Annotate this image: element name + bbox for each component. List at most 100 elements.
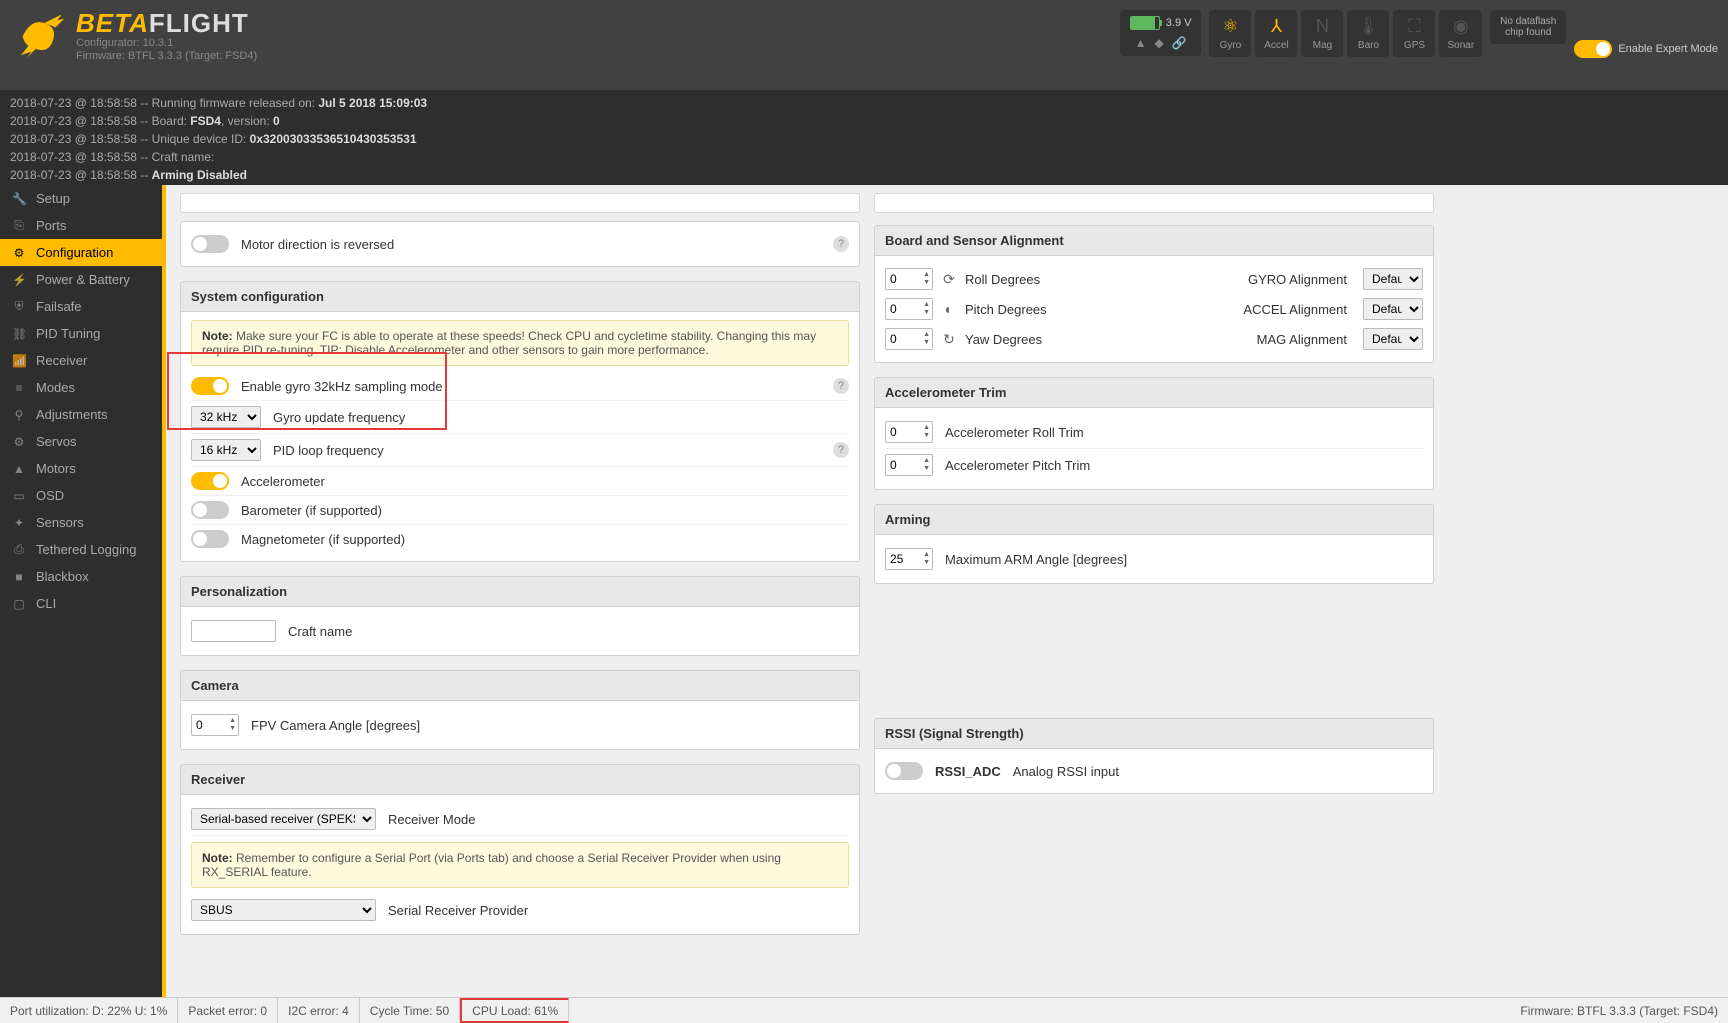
- arm-angle-label: Maximum ARM Angle [degrees]: [945, 552, 1127, 567]
- nav-icon: 🔧: [12, 192, 26, 206]
- nav-servos[interactable]: ⚙Servos: [0, 428, 162, 455]
- nav-icon: ⚙: [12, 246, 26, 260]
- nav-osd[interactable]: ▭OSD: [0, 482, 162, 509]
- accelerometer-label: Accelerometer: [241, 474, 325, 489]
- status-packet-err: Packet error: 0: [178, 998, 278, 1023]
- nav-failsafe[interactable]: ⛨Failsafe: [0, 293, 162, 320]
- battery-icon: [1130, 16, 1160, 30]
- sensor-mag: NMag: [1301, 10, 1343, 57]
- status-firmware: Firmware: BTFL 3.3.3 (Target: FSD4): [1510, 998, 1728, 1023]
- magnetometer-toggle[interactable]: [191, 530, 229, 548]
- log-panel: 2018-07-23 @ 18:58:58 -- Running firmwar…: [0, 90, 1728, 185]
- accel-icon: ⅄: [1263, 16, 1289, 38]
- diamond-icon: ◆: [1154, 36, 1163, 50]
- receiver-note: Note: Remember to configure a Serial Por…: [191, 842, 849, 888]
- mag-align-label: MAG Alignment: [1257, 332, 1347, 347]
- receiver-mode-label: Receiver Mode: [388, 812, 475, 827]
- pid-freq-select[interactable]: 16 kHz: [191, 439, 261, 461]
- nav-modes[interactable]: ≡Modes: [0, 374, 162, 401]
- status-bar: Port utilization: D: 22% U: 1% Packet er…: [0, 997, 1728, 1023]
- sensor-gps: ⛶GPS: [1393, 10, 1435, 57]
- accel-align-label: ACCEL Alignment: [1243, 302, 1347, 317]
- link-icon: 🔗: [1172, 36, 1187, 50]
- battery-status: 3.9 V ▲ ◆ 🔗: [1120, 10, 1202, 56]
- help-icon[interactable]: ?: [833, 236, 849, 252]
- nav-cli[interactable]: ▢CLI: [0, 590, 162, 617]
- panel-placeholder: [874, 193, 1434, 213]
- gyro-freq-select[interactable]: 32 kHz: [191, 406, 261, 428]
- motor-reversed-toggle[interactable]: [191, 235, 229, 253]
- nav-icon: ▲: [12, 462, 26, 476]
- pid-freq-label: PID loop frequency: [273, 443, 384, 458]
- nav-icon: ▭: [12, 489, 26, 503]
- warning-icon: ▲: [1135, 36, 1147, 50]
- nav-power-battery[interactable]: ⚡Power & Battery: [0, 266, 162, 293]
- roll-deg-label: Roll Degrees: [965, 272, 1165, 287]
- fpv-angle-input[interactable]: ▲▼: [191, 714, 239, 736]
- barometer-toggle[interactable]: [191, 501, 229, 519]
- nav-ports[interactable]: ⎘Ports: [0, 212, 162, 239]
- rssi-adc-name: RSSI_ADC: [935, 764, 1001, 779]
- gyro-align-select[interactable]: Default: [1363, 268, 1423, 290]
- yaw-deg-input[interactable]: ▲▼: [885, 328, 933, 350]
- nav-blackbox[interactable]: ■Blackbox: [0, 563, 162, 590]
- motor-reversed-label: Motor direction is reversed: [241, 237, 394, 252]
- magnetometer-label: Magnetometer (if supported): [241, 532, 405, 547]
- nav-setup[interactable]: 🔧Setup: [0, 185, 162, 212]
- expert-mode-toggle[interactable]: [1574, 40, 1612, 58]
- help-icon[interactable]: ?: [833, 442, 849, 458]
- rssi-header: RSSI (Signal Strength): [874, 718, 1434, 749]
- help-icon[interactable]: ?: [833, 378, 849, 394]
- barometer-label: Barometer (if supported): [241, 503, 382, 518]
- sensor-baro: 🌡Baro: [1347, 10, 1389, 57]
- roll-icon: ⟳: [941, 271, 957, 288]
- configurator-version: Configurator: 10.3.1: [76, 38, 257, 49]
- pitch-deg-input[interactable]: ▲▼: [885, 298, 933, 320]
- status-cycle-time: Cycle Time: 50: [360, 998, 460, 1023]
- nav-icon: ✦: [12, 516, 26, 530]
- status-cpu-load: CPU Load: 61%: [460, 998, 569, 1023]
- nav-icon: ⎘: [12, 218, 26, 233]
- board-alignment-header: Board and Sensor Alignment: [874, 225, 1434, 256]
- fpv-angle-label: FPV Camera Angle [degrees]: [251, 718, 420, 733]
- receiver-mode-select[interactable]: Serial-based receiver (SPEKSAT, SBUS, SU…: [191, 808, 376, 830]
- dataflash-status: No dataflash chip found: [1490, 10, 1566, 44]
- trim-roll-input[interactable]: ▲▼: [885, 421, 933, 443]
- nav-icon: ▢: [12, 597, 26, 611]
- yaw-icon: ↻: [941, 331, 957, 348]
- nav-receiver[interactable]: 📶Receiver: [0, 347, 162, 374]
- trim-roll-label: Accelerometer Roll Trim: [945, 425, 1084, 440]
- brand-flight: FLIGHT: [149, 8, 249, 38]
- nav-icon: ⚲: [12, 408, 26, 422]
- baro-icon: 🌡: [1355, 16, 1381, 38]
- nav-tethered-logging[interactable]: ⎙Tethered Logging: [0, 536, 162, 563]
- accelerometer-toggle[interactable]: [191, 472, 229, 490]
- betaflight-logo-icon: [14, 10, 66, 62]
- arming-header: Arming: [874, 504, 1434, 535]
- pitch-icon: ◐: [941, 301, 957, 317]
- accel-align-select[interactable]: Default: [1363, 298, 1423, 320]
- rssi-adc-toggle[interactable]: [885, 762, 923, 780]
- nav-sensors[interactable]: ✦Sensors: [0, 509, 162, 536]
- gyro-32khz-label: Enable gyro 32kHz sampling mode: [241, 379, 443, 394]
- nav-pid-tuning[interactable]: ⛓PID Tuning: [0, 320, 162, 347]
- craft-name-input[interactable]: [191, 620, 276, 642]
- nav-configuration[interactable]: ⚙Configuration: [0, 239, 162, 266]
- expert-mode-label: Enable Expert Mode: [1618, 43, 1718, 55]
- serial-provider-select[interactable]: SBUS: [191, 899, 376, 921]
- mag-align-select[interactable]: Default: [1363, 328, 1423, 350]
- gyro-32khz-toggle[interactable]: [191, 377, 229, 395]
- status-i2c-err: I2C error: 4: [278, 998, 360, 1023]
- receiver-header: Receiver: [180, 764, 860, 795]
- nav-icon: ⚙: [12, 435, 26, 449]
- roll-deg-input[interactable]: ▲▼: [885, 268, 933, 290]
- nav-icon: 📶: [12, 354, 26, 368]
- trim-pitch-input[interactable]: ▲▼: [885, 454, 933, 476]
- nav-icon: ⎙: [12, 542, 26, 557]
- battery-voltage: 3.9 V: [1166, 17, 1192, 29]
- nav-adjustments[interactable]: ⚲Adjustments: [0, 401, 162, 428]
- arm-angle-input[interactable]: ▲▼: [885, 548, 933, 570]
- nav-icon: ⛨: [12, 299, 26, 314]
- sensor-sonar: ◉Sonar: [1439, 10, 1482, 57]
- nav-motors[interactable]: ▲Motors: [0, 455, 162, 482]
